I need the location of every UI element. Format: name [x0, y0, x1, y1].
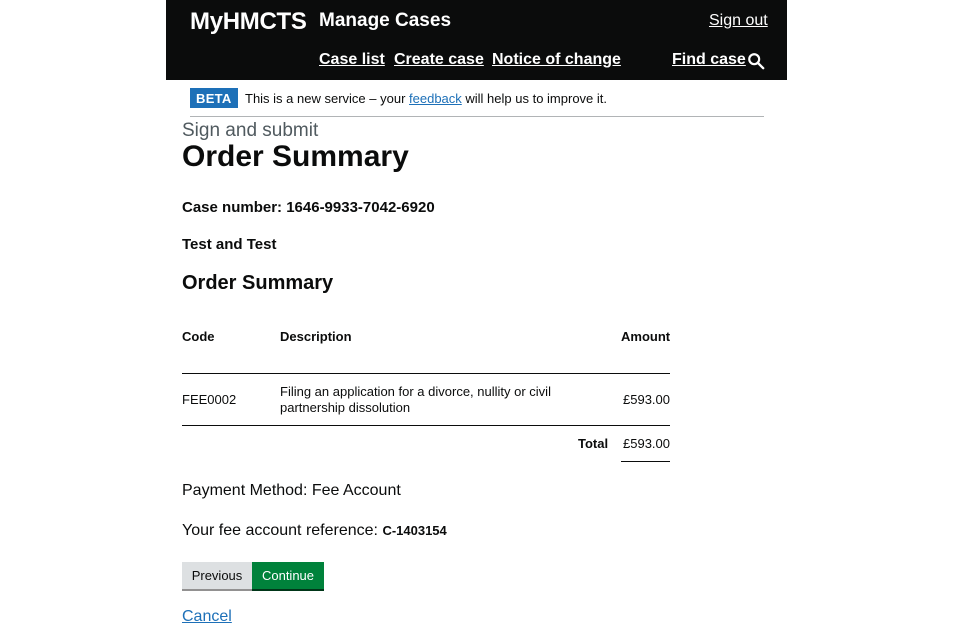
order-summary-heading: Order Summary: [182, 272, 334, 294]
service-name[interactable]: Manage Cases: [319, 10, 451, 32]
site-header: MyHMCTS Manage Cases Sign out Case list …: [166, 0, 787, 80]
page-title: Order Summary: [182, 140, 409, 173]
total-label: Total: [578, 436, 609, 451]
fee-reference-value: C-1403154: [382, 523, 447, 538]
column-header-code: Code: [182, 329, 215, 344]
sign-out-link[interactable]: Sign out: [709, 12, 768, 30]
continue-button[interactable]: Continue: [252, 562, 324, 589]
fee-description-line-1: Filing an application for a divorce, nul…: [280, 384, 551, 399]
feedback-link[interactable]: feedback: [409, 91, 462, 106]
page-caption: Sign and submit: [182, 120, 319, 141]
total-amount: £593.00: [623, 436, 670, 451]
fee-description-line-2: partnership dissolution: [280, 400, 411, 415]
column-header-description: Description: [280, 329, 352, 344]
table-divider: [182, 425, 670, 426]
case-parties: Test and Test: [182, 236, 277, 253]
column-header-amount: Amount: [621, 329, 671, 344]
nav-notice-of-change[interactable]: Notice of change: [492, 51, 621, 69]
brand-logo[interactable]: MyHMCTS: [190, 8, 307, 36]
fee-code: FEE0002: [182, 392, 237, 407]
phase-banner-text: This is a new service – your feedback wi…: [245, 91, 607, 106]
phase-text-after: will help us to improve it.: [461, 91, 608, 106]
previous-button[interactable]: Previous: [182, 562, 252, 589]
nav-find-case[interactable]: Find case: [672, 51, 746, 69]
total-underline: [621, 461, 670, 462]
phase-text-before: This is a new service – your: [245, 91, 410, 106]
fee-amount: £593.00: [623, 392, 670, 407]
search-icon[interactable]: [747, 52, 765, 70]
phase-banner: BETA This is a new service – your feedba…: [190, 88, 764, 117]
table-divider: [182, 373, 670, 374]
nav-create-case[interactable]: Create case: [394, 51, 484, 69]
payment-method: Payment Method: Fee Account: [182, 482, 401, 499]
nav-case-list[interactable]: Case list: [319, 51, 385, 69]
fee-reference-label: Your fee account reference:: [182, 522, 383, 539]
beta-tag: BETA: [190, 88, 238, 108]
case-number: Case number: 1646-9933-7042-6920: [182, 199, 435, 216]
cancel-link[interactable]: Cancel: [182, 608, 232, 626]
fee-account-reference: Your fee account reference: C-1403154: [182, 522, 447, 540]
